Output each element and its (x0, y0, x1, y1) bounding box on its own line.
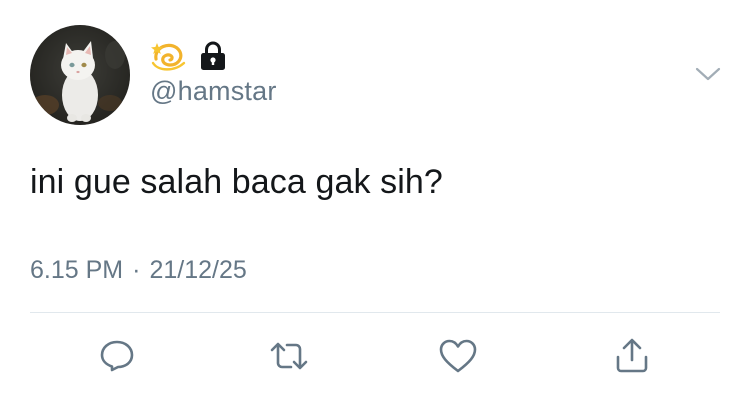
timestamp-separator: · (132, 256, 141, 284)
retweet-button[interactable] (269, 336, 309, 376)
user-handle[interactable]: @hamstar (150, 76, 277, 107)
divider (30, 312, 720, 313)
tweet-time: 6.15 PM (30, 256, 124, 284)
dizzy-emoji-icon (151, 43, 186, 71)
tweet-card: @hamstar ini gue salah baca gak sih? 6.1… (0, 0, 750, 401)
reply-icon (100, 340, 134, 372)
share-button[interactable] (612, 336, 652, 376)
retweet-icon (270, 342, 308, 370)
tweet-timestamp[interactable]: 6.15 PM · 21/12/25 (30, 256, 247, 285)
like-icon (439, 339, 477, 373)
cat-avatar-image (30, 25, 130, 125)
lock-icon (201, 41, 225, 70)
display-name[interactable] (150, 38, 226, 74)
reply-button[interactable] (97, 336, 137, 376)
share-icon (616, 338, 648, 373)
chevron-down-icon[interactable] (694, 64, 722, 84)
tweet-text: ini gue salah baca gak sih? (30, 163, 443, 201)
tweet-date: 21/12/25 (149, 256, 247, 284)
like-button[interactable] (438, 336, 478, 376)
avatar[interactable] (30, 25, 130, 125)
